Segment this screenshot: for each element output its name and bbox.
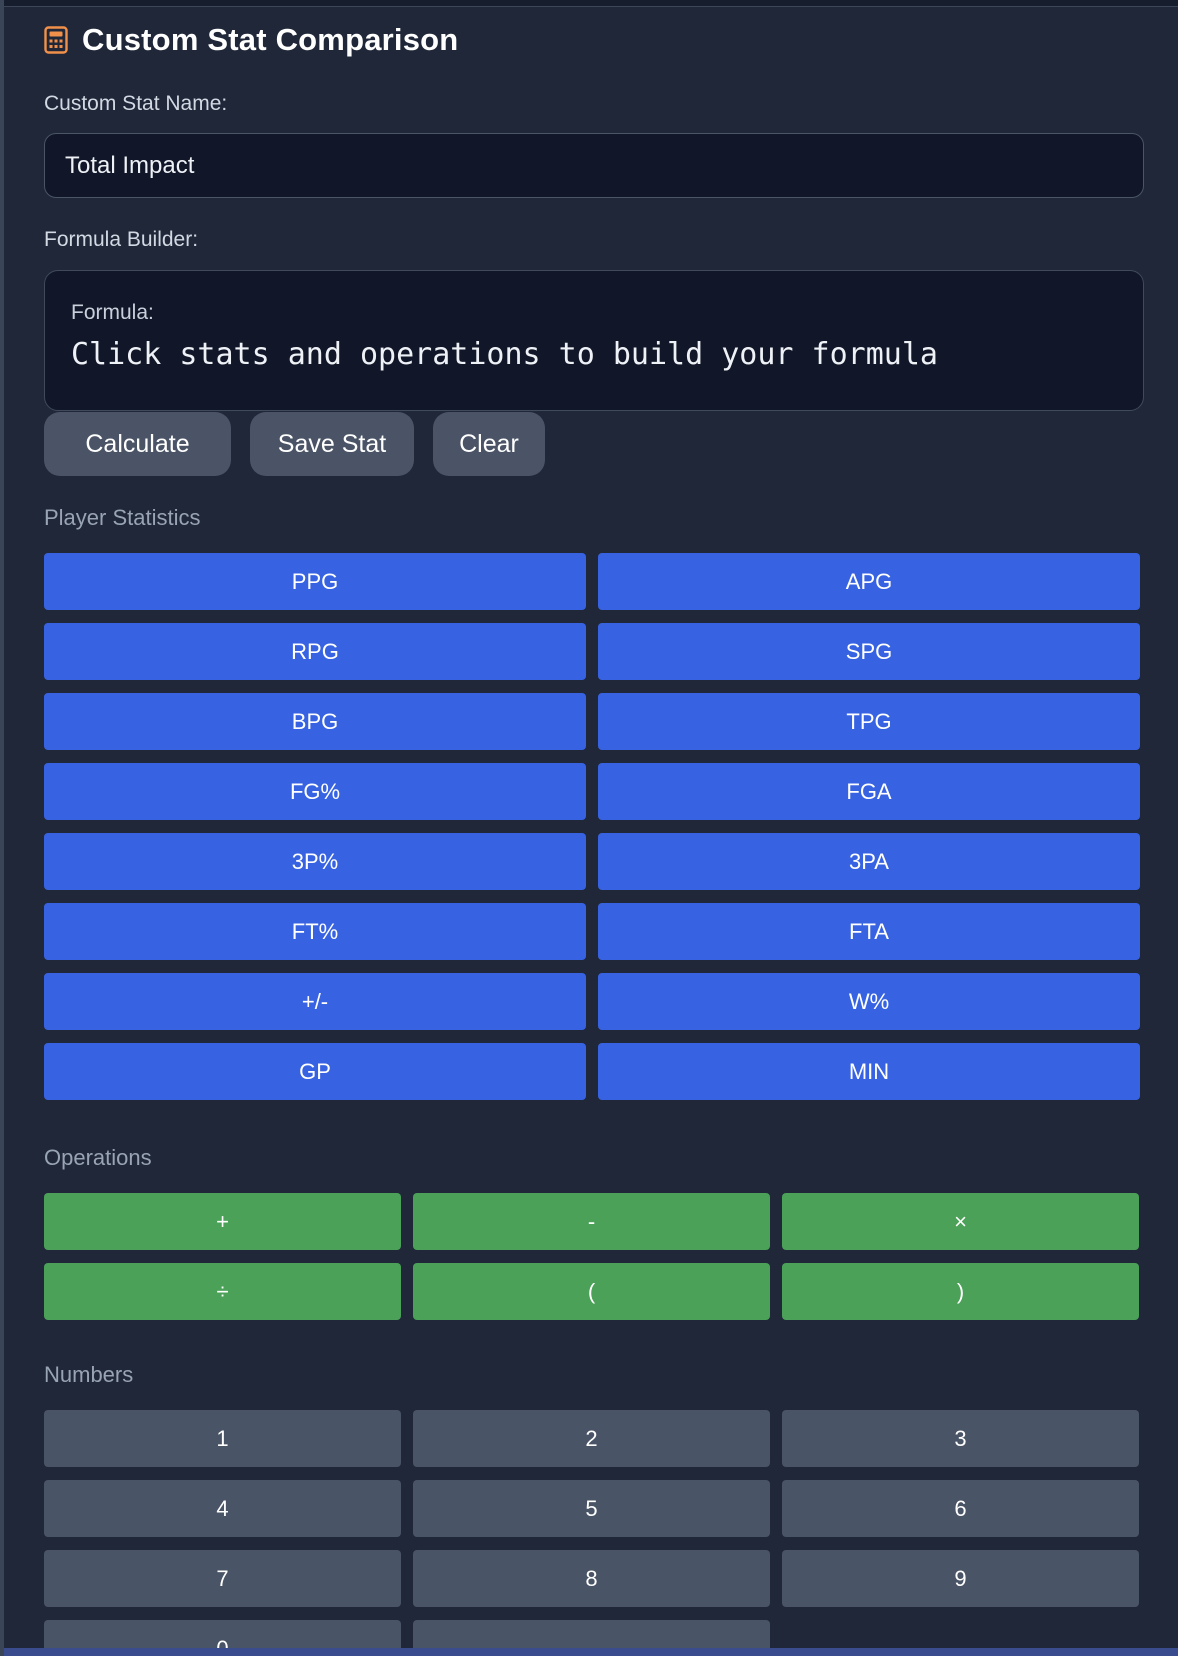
op-button-subtract[interactable]: - [413, 1193, 770, 1250]
stat-button-fg-pct[interactable]: FG% [44, 763, 586, 820]
stat-name-input[interactable] [44, 133, 1144, 198]
stat-button-fta[interactable]: FTA [598, 903, 1140, 960]
clear-button[interactable]: Clear [433, 412, 545, 476]
stat-button-tpg[interactable]: TPG [598, 693, 1140, 750]
player-stats-grid: PPG APG RPG SPG BPG TPG FG% FGA 3P% 3PA … [44, 553, 1144, 1100]
bottom-border [4, 1648, 1178, 1656]
number-button-7[interactable]: 7 [44, 1550, 401, 1607]
stat-button-3pa[interactable]: 3PA [598, 833, 1140, 890]
calculator-icon [44, 26, 68, 54]
stat-button-rpg[interactable]: RPG [44, 623, 586, 680]
number-button-3[interactable]: 3 [782, 1410, 1139, 1467]
stat-name-label: Custom Stat Name: [44, 92, 228, 115]
save-stat-button[interactable]: Save Stat [250, 412, 414, 476]
stat-button-min[interactable]: MIN [598, 1043, 1140, 1100]
stat-button-win-pct[interactable]: W% [598, 973, 1140, 1030]
number-button-9[interactable]: 9 [782, 1550, 1139, 1607]
player-statistics-heading: Player Statistics [44, 505, 201, 530]
op-button-open-paren[interactable]: ( [413, 1263, 770, 1320]
number-button-6[interactable]: 6 [782, 1480, 1139, 1537]
numbers-grid: 1 2 3 4 5 6 7 8 9 0 . [44, 1410, 1144, 1656]
stat-button-bpg[interactable]: BPG [44, 693, 586, 750]
op-button-close-paren[interactable]: ) [782, 1263, 1139, 1320]
calculate-button[interactable]: Calculate [44, 412, 231, 476]
stat-button-fga[interactable]: FGA [598, 763, 1140, 820]
formula-builder-label: Formula Builder: [44, 228, 199, 251]
custom-stat-panel: Custom Stat Comparison Custom Stat Name:… [0, 0, 1178, 1656]
page-title: Custom Stat Comparison [82, 22, 459, 57]
stat-button-ppg[interactable]: PPG [44, 553, 586, 610]
formula-display: Formula: Click stats and operations to b… [44, 270, 1144, 411]
operations-heading: Operations [44, 1145, 152, 1170]
formula-placeholder: Click stats and operations to build your… [71, 337, 938, 372]
op-button-add[interactable]: + [44, 1193, 401, 1250]
number-button-2[interactable]: 2 [413, 1410, 770, 1467]
number-button-8[interactable]: 8 [413, 1550, 770, 1607]
op-button-divide[interactable]: ÷ [44, 1263, 401, 1320]
op-button-multiply[interactable]: × [782, 1193, 1139, 1250]
number-button-4[interactable]: 4 [44, 1480, 401, 1537]
operations-grid: + - × ÷ ( ) [44, 1193, 1144, 1320]
stat-button-gp[interactable]: GP [44, 1043, 586, 1100]
stat-button-ft-pct[interactable]: FT% [44, 903, 586, 960]
stat-button-apg[interactable]: APG [598, 553, 1140, 610]
stat-button-plus-minus[interactable]: +/- [44, 973, 586, 1030]
stat-button-spg[interactable]: SPG [598, 623, 1140, 680]
panel-header: Custom Stat Comparison [44, 18, 458, 62]
numbers-heading: Numbers [44, 1362, 134, 1387]
number-button-5[interactable]: 5 [413, 1480, 770, 1537]
top-border [4, 0, 1178, 7]
number-button-1[interactable]: 1 [44, 1410, 401, 1467]
formula-caption: Formula: [71, 301, 154, 324]
stat-button-3p-pct[interactable]: 3P% [44, 833, 586, 890]
